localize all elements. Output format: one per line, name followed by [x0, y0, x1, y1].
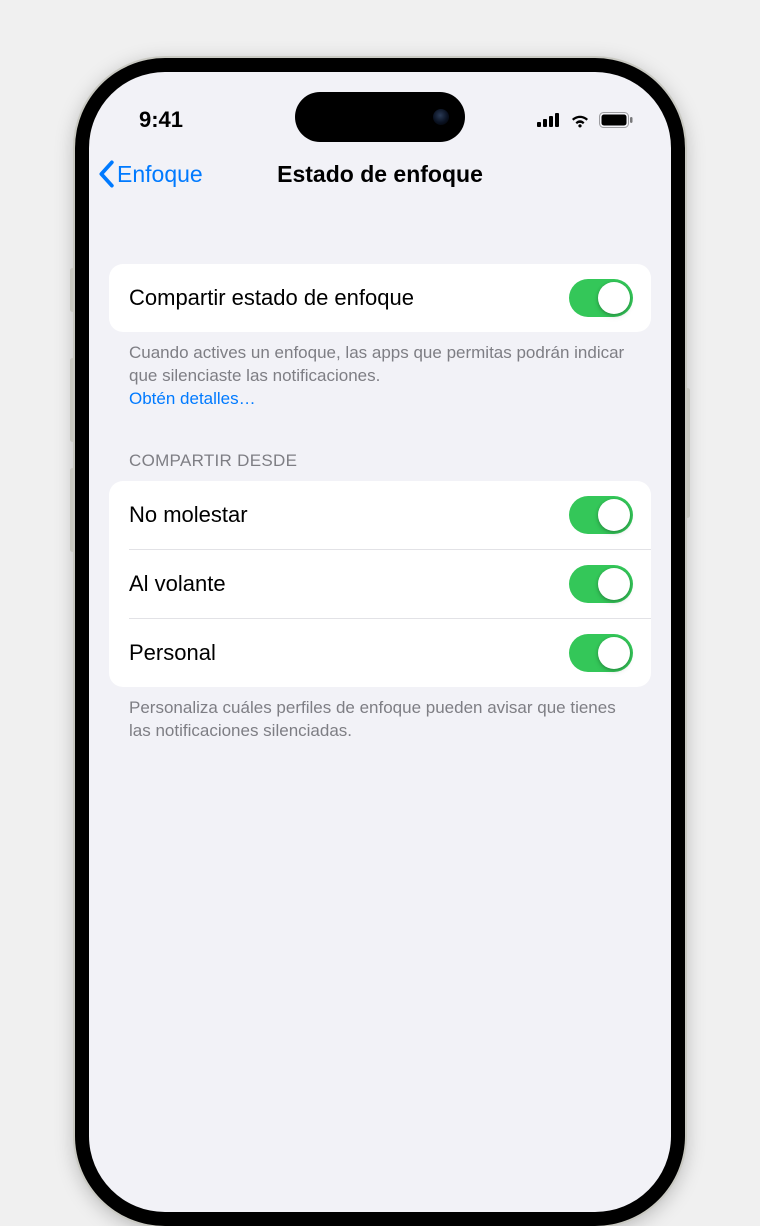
share-focus-row[interactable]: Compartir estado de enfoque [109, 264, 651, 332]
content: Compartir estado de enfoque Cuando activ… [89, 204, 671, 743]
share-focus-label: Compartir estado de enfoque [129, 285, 414, 311]
screen: 9:41 [89, 72, 671, 1212]
dynamic-island [295, 92, 465, 142]
share-footer-text: Cuando actives un enfoque, las apps que … [129, 343, 624, 385]
cellular-icon [537, 113, 561, 127]
back-button[interactable]: Enfoque [97, 160, 203, 188]
share-focus-group: Compartir estado de enfoque [109, 264, 651, 332]
toggle-driving[interactable] [569, 565, 633, 603]
mute-switch [70, 268, 75, 312]
share-from-row-driving[interactable]: Al volante [109, 550, 651, 618]
wifi-icon [569, 112, 591, 128]
volume-down-button [70, 468, 75, 552]
share-focus-footer: Cuando actives un enfoque, las apps que … [109, 332, 651, 411]
learn-more-link[interactable]: Obtén detalles… [129, 389, 256, 408]
share-from-row-dnd[interactable]: No molestar [109, 481, 651, 549]
battery-icon [599, 112, 633, 128]
share-from-label: Personal [129, 640, 216, 666]
status-right [537, 112, 633, 128]
share-from-footer: Personaliza cuáles perfiles de enfoque p… [109, 687, 651, 743]
share-focus-toggle[interactable] [569, 279, 633, 317]
chevron-left-icon [97, 160, 115, 188]
share-from-row-personal[interactable]: Personal [109, 619, 651, 687]
toggle-personal[interactable] [569, 634, 633, 672]
share-from-group: No molestar Al volante Personal [109, 481, 651, 687]
status-time: 9:41 [139, 107, 183, 133]
share-from-label: Al volante [129, 571, 226, 597]
volume-up-button [70, 358, 75, 442]
toggle-dnd[interactable] [569, 496, 633, 534]
share-from-header: COMPARTIR DESDE [109, 411, 651, 481]
share-from-label: No molestar [129, 502, 248, 528]
front-camera-icon [433, 109, 449, 125]
back-label: Enfoque [117, 161, 203, 188]
nav-bar: Enfoque Estado de enfoque [89, 144, 671, 204]
power-button [685, 388, 690, 518]
phone-frame: 9:41 [75, 58, 685, 1226]
